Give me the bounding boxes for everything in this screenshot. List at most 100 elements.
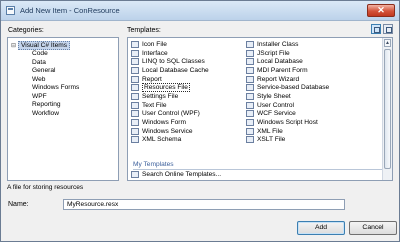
tree-node-category[interactable]: Code <box>32 50 48 57</box>
template-file-icon <box>131 110 139 118</box>
template-label: Windows Script Host <box>257 119 318 127</box>
template-item[interactable]: User Control <box>246 101 329 110</box>
template-label: XML File <box>257 127 283 135</box>
template-item[interactable]: Interface <box>131 49 209 58</box>
template-item[interactable]: Text File <box>131 101 209 110</box>
template-item[interactable]: Local Database <box>246 57 329 66</box>
templates-scrollbar[interactable]: ▲ <box>382 38 392 180</box>
template-item[interactable]: WCF Service <box>246 110 329 119</box>
tree-node-category[interactable]: Windows Forms <box>32 84 79 91</box>
template-file-icon <box>246 49 254 57</box>
template-file-icon <box>246 136 254 144</box>
template-item[interactable]: Windows Form <box>131 118 209 127</box>
template-file-icon <box>246 40 254 48</box>
template-item[interactable]: XML Schema <box>131 136 209 145</box>
template-item[interactable]: Windows Service <box>131 127 209 136</box>
template-item[interactable]: Report <box>131 75 209 84</box>
search-online-icon <box>131 171 139 178</box>
template-label: LINQ to SQL Classes <box>142 58 205 66</box>
template-file-icon <box>246 127 254 135</box>
name-label: Name: <box>8 201 29 208</box>
template-file-icon <box>131 75 139 83</box>
template-file-icon <box>131 136 139 144</box>
close-button[interactable]: ✕ <box>367 4 395 17</box>
tree-node-category[interactable]: Reporting <box>32 101 61 108</box>
tree-node-category[interactable]: Web <box>32 76 45 83</box>
tree-node-category[interactable]: WPF <box>32 93 47 100</box>
template-file-icon <box>131 127 139 135</box>
template-file-icon <box>246 119 254 127</box>
template-item[interactable]: Report Wizard <box>246 75 329 84</box>
tree-node-visual-csharp-items[interactable]: ⊟ Visual C# Items <box>11 41 71 50</box>
template-label: Report <box>142 75 162 83</box>
collapse-icon[interactable]: ⊟ <box>11 42 18 49</box>
template-item[interactable]: MDI Parent Form <box>246 66 329 75</box>
template-item[interactable]: Style Sheet <box>246 92 329 101</box>
template-file-icon <box>131 101 139 109</box>
add-button[interactable]: Add <box>297 221 345 235</box>
template-file-icon <box>246 101 254 109</box>
template-description: A file for storing resources <box>7 184 84 191</box>
dialog-icon <box>6 6 15 15</box>
scroll-thumb[interactable] <box>384 49 391 169</box>
search-online-label: Search Online Templates... <box>142 171 222 178</box>
template-item[interactable]: XSLT File <box>246 136 329 145</box>
template-label: Text File <box>142 101 167 109</box>
categories-tree[interactable]: ⊟ Visual C# Items Code Data General Web Wind… <box>7 37 119 181</box>
name-input[interactable] <box>63 199 345 210</box>
template-label: Icon File <box>142 40 167 48</box>
tree-node-category[interactable]: Workflow <box>32 110 59 117</box>
template-label: WCF Service <box>257 110 296 118</box>
template-file-icon <box>131 92 139 100</box>
dialog-title: Add New Item - ConResource <box>20 6 120 15</box>
template-item[interactable]: Local Database Cache <box>131 66 209 75</box>
search-online-templates-item[interactable]: Search Online Templates... <box>131 171 221 178</box>
template-file-icon <box>131 66 139 74</box>
scroll-up-icon[interactable]: ▲ <box>384 39 391 47</box>
template-item[interactable]: Resources File <box>131 83 209 93</box>
my-templates-header: My Templates <box>133 161 388 170</box>
template-label: Interface <box>142 49 168 57</box>
template-label: XSLT File <box>257 136 286 144</box>
template-file-icon <box>246 75 254 83</box>
template-file-icon <box>246 92 254 100</box>
template-label: Style Sheet <box>257 92 291 100</box>
small-icons-view-icon[interactable] <box>383 24 393 34</box>
add-new-item-dialog: Add New Item - ConResource ✕ Categories:… <box>0 0 400 242</box>
template-label: Windows Service <box>142 127 193 135</box>
template-item[interactable]: Settings File <box>131 92 209 101</box>
title-bar[interactable]: Add New Item - ConResource ✕ <box>1 1 399 21</box>
template-label: MDI Parent Form <box>257 66 308 74</box>
template-label: Local Database <box>257 58 303 66</box>
large-icons-view-icon[interactable] <box>371 24 381 34</box>
template-file-icon <box>246 110 254 118</box>
template-item[interactable]: Service-based Database <box>246 83 329 92</box>
template-label: Service-based Database <box>257 84 330 92</box>
template-label: Installer Class <box>257 40 299 48</box>
template-file-icon <box>131 84 139 92</box>
template-item[interactable]: Windows Script Host <box>246 118 329 127</box>
template-label: XML Schema <box>142 136 182 144</box>
template-file-icon <box>246 84 254 92</box>
template-label: User Control (WPF) <box>142 110 200 118</box>
template-item[interactable]: Icon File <box>131 40 209 49</box>
templates-list[interactable]: Icon File Interface LINQ to SQL Classes Loc… <box>127 37 393 181</box>
cancel-button[interactable]: Cancel <box>349 221 397 235</box>
template-label: Windows Form <box>142 119 186 127</box>
tree-node-category[interactable]: General <box>32 67 55 74</box>
template-file-icon <box>131 119 139 127</box>
template-label: User Control <box>257 101 295 109</box>
template-label: JScript File <box>257 49 290 57</box>
tree-node-category[interactable]: Data <box>32 59 46 66</box>
template-label: Resources File <box>142 83 190 93</box>
template-item[interactable]: XML File <box>246 127 329 136</box>
template-item[interactable]: User Control (WPF) <box>131 110 209 119</box>
template-item[interactable]: LINQ to SQL Classes <box>131 57 209 66</box>
template-item[interactable]: Installer Class <box>246 40 329 49</box>
template-file-icon <box>246 58 254 66</box>
template-item[interactable]: JScript File <box>246 49 329 58</box>
template-file-icon <box>246 66 254 74</box>
templates-label: Templates: <box>127 27 161 34</box>
template-label: Local Database Cache <box>142 66 209 74</box>
template-file-icon <box>131 49 139 57</box>
